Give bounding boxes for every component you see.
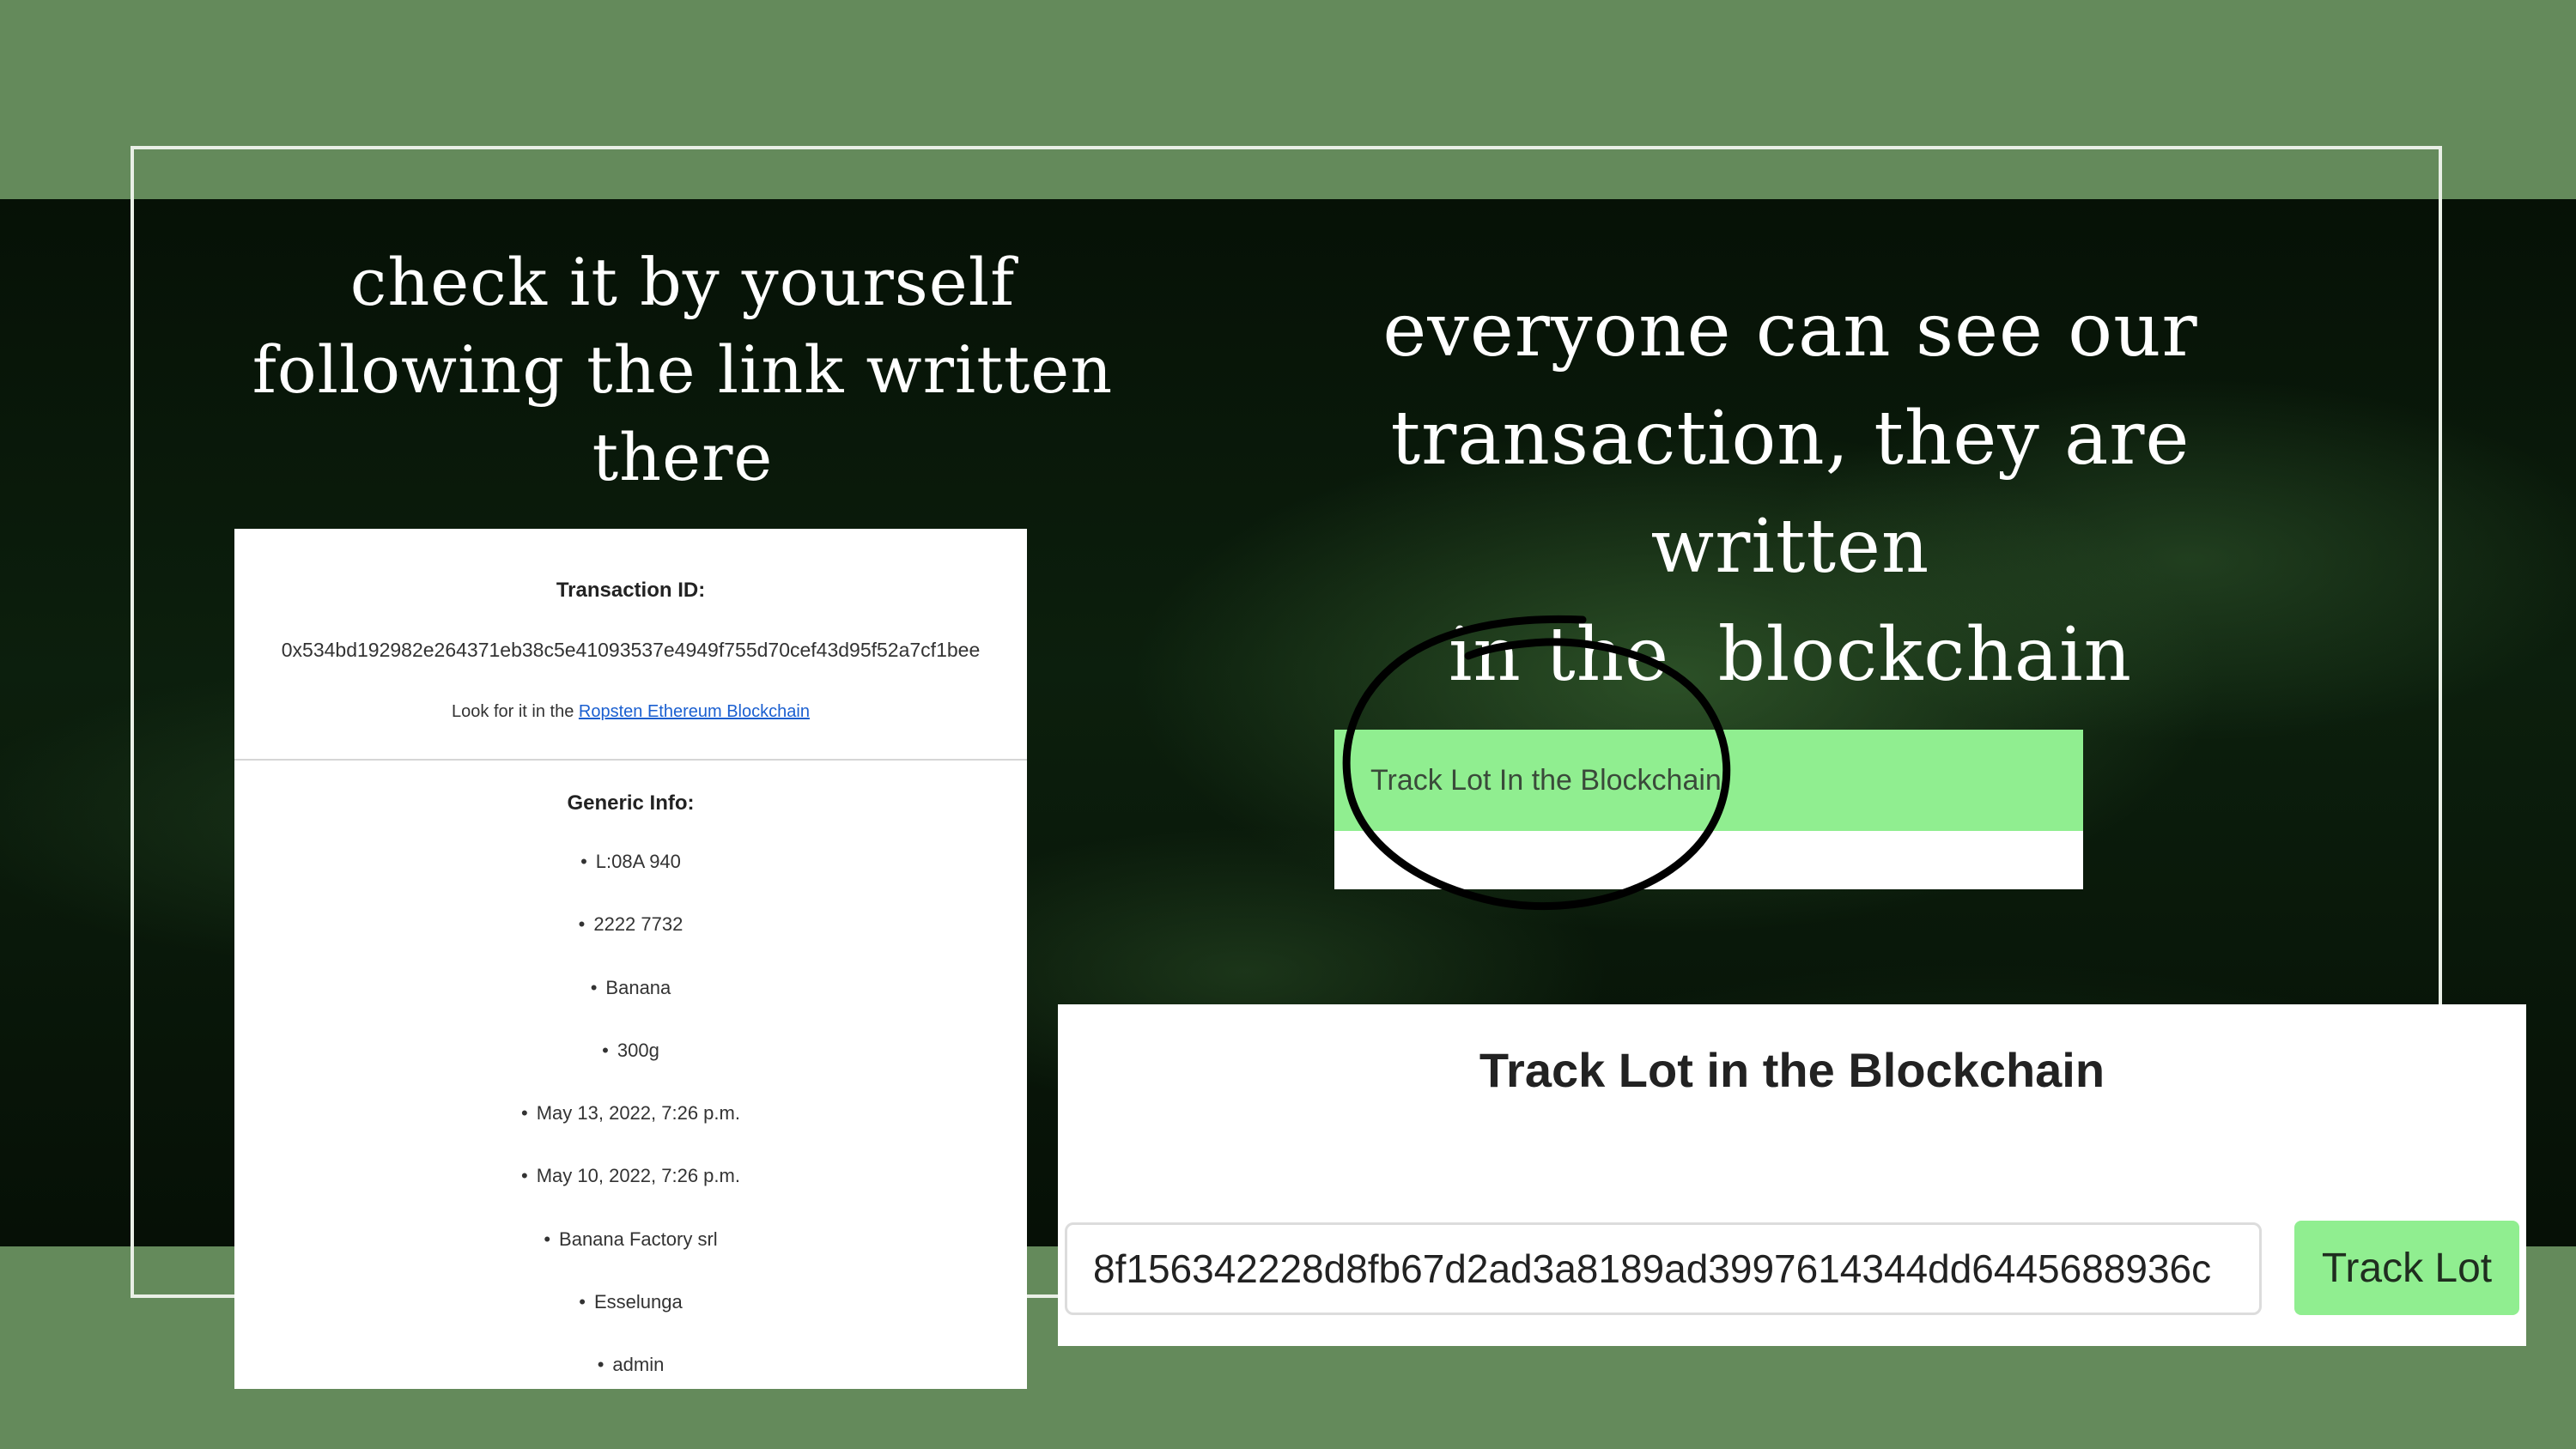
generic-info-list: L:08A 940 2222 7732 Banana 300g May 13, … [234, 851, 1027, 1417]
list-item: L:08A 940 [234, 851, 1027, 913]
left-headline-line3: there [592, 419, 774, 495]
transaction-id-value: 0x534bd192982e264371eb38c5e41093537e4949… [281, 639, 981, 661]
list-item: May 13, 2022, 7:26 p.m. [234, 1102, 1027, 1165]
transaction-id-title: Transaction ID: [556, 579, 706, 602]
lot-id-input[interactable] [1065, 1222, 2262, 1315]
list-item: Banana Factory srl [234, 1228, 1027, 1291]
left-headline-line1: check it by yourself [349, 244, 1016, 320]
ropsten-blockchain-link[interactable]: Ropsten Ethereum Blockchain [579, 702, 810, 721]
generic-info-title: Generic Info: [567, 791, 695, 815]
track-panel-title: Track Lot in the Blockchain [1479, 1043, 2105, 1097]
hand-drawn-circle-highlight [1342, 615, 1731, 911]
right-headline-line2: transaction, they are written [1390, 396, 2190, 590]
list-item: May 10, 2022, 7:26 p.m. [234, 1165, 1027, 1228]
list-item: 300g [234, 1040, 1027, 1102]
list-item: Banana [234, 977, 1027, 1040]
list-item: Esselunga [234, 1291, 1027, 1354]
track-lot-button[interactable]: Track Lot [2294, 1221, 2519, 1315]
blockchain-link-line: Look for it in the Ropsten Ethereum Bloc… [234, 702, 1027, 722]
left-headline: check it by yourself following the link … [240, 239, 1125, 501]
transaction-card: Transaction ID: 0x534bd192982e264371eb38… [234, 529, 1027, 1389]
right-headline-line1: everyone can see our [1382, 288, 2198, 373]
list-item: 2222 7732 [234, 913, 1027, 976]
blockchain-link-prefix: Look for it in the [452, 702, 579, 721]
list-item: admin [234, 1354, 1027, 1416]
left-headline-line2: following the link written [252, 331, 1114, 408]
card-divider [234, 759, 1027, 761]
track-lot-panel: Track Lot in the Blockchain Track Lot [1058, 1004, 2526, 1346]
